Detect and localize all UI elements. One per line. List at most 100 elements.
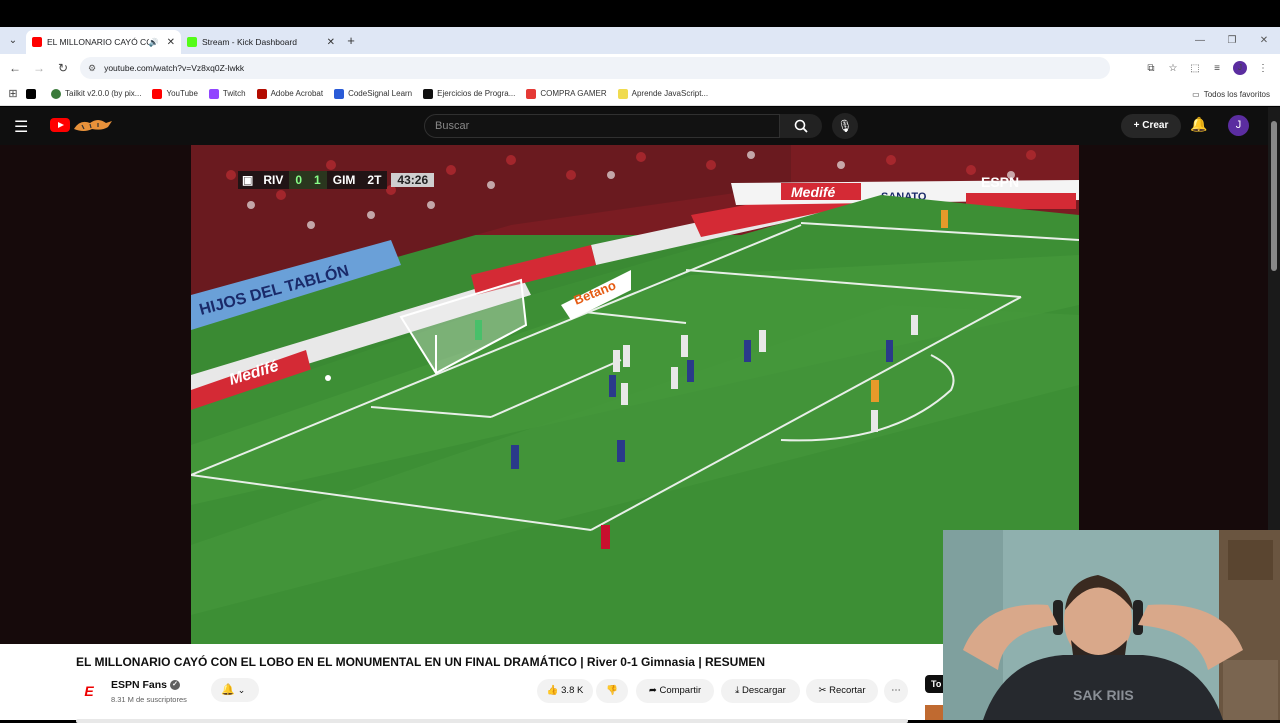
bookmark-acrobat[interactable]: Adobe Acrobat	[256, 88, 324, 99]
subscriber-count: 8.31 M de suscriptores	[111, 695, 187, 704]
create-button[interactable]: + Crear	[1121, 114, 1181, 138]
tailkit-icon	[51, 88, 61, 99]
download-label: Descargar	[742, 685, 786, 696]
like-count: 3.8 K	[561, 685, 584, 696]
apps-grid-icon[interactable]: ⊞	[0, 87, 26, 100]
all-bookmarks-label: Todos los favoritos	[1203, 89, 1270, 99]
extensions-icon[interactable]: ⬚	[1184, 63, 1206, 74]
bookmark-youtube[interactable]: YouTube	[152, 88, 198, 99]
espn-channel-logo-icon[interactable]: E	[80, 682, 98, 700]
scorebug: ▣ RIV 0 1 GIM 2T 43:26	[238, 171, 435, 189]
tab-title: Stream - Kick Dashboard	[202, 37, 297, 47]
clip-button[interactable]: ✂ Recortar	[806, 679, 878, 703]
verified-icon: ✓	[170, 680, 181, 691]
scrollbar-thumb[interactable]	[1271, 121, 1277, 271]
bookmark-star-icon[interactable]: ☆	[1162, 63, 1184, 74]
codesignal-icon	[334, 88, 345, 99]
restore-icon[interactable]: ❐	[1216, 27, 1248, 54]
share-button[interactable]: ➦ Compartir	[636, 679, 714, 703]
bookmark-javascript[interactable]: Aprende JavaScript...	[617, 88, 709, 99]
share-icon: ➦	[648, 685, 660, 696]
minimize-icon[interactable]: —	[1184, 27, 1216, 54]
dislike-button[interactable]: 👎	[596, 679, 628, 703]
shirt-print-text: SAK RIIS	[1073, 687, 1134, 703]
video-title: EL MILLONARIO CAYÓ CON EL LOBO EN EL MON…	[76, 655, 766, 669]
thumbs-up-icon: 👍	[546, 685, 559, 696]
doodle-tiger-icon[interactable]	[72, 115, 114, 135]
bookmark-label: CodeSignal Learn	[348, 89, 413, 98]
bookmark-label: YouTube	[166, 89, 198, 98]
tab-kick-dashboard[interactable]: Stream - Kick Dashboard ✕	[181, 30, 341, 54]
cast-icon[interactable]: ⧉	[1140, 63, 1162, 74]
youtube-icon	[152, 88, 163, 99]
download-button[interactable]: ⤓ Descargar	[721, 679, 800, 703]
bookmark-label: Adobe Acrobat	[270, 89, 324, 98]
bookmark-label: Aprende JavaScript...	[631, 89, 709, 98]
voice-search-mic-icon[interactable]: 🎙	[832, 113, 858, 139]
close-tab-icon[interactable]: ✕	[167, 37, 175, 48]
notifications-bell-icon[interactable]: 🔔	[1190, 116, 1207, 133]
channel-name-text: ESPN Fans	[111, 679, 168, 691]
bookmark-tailkit[interactable]: Tailkit v2.0.0 (by pix...	[51, 88, 142, 99]
home-score: 0	[289, 171, 309, 189]
toolbar-right: ⧉ ☆ ⬚ ≡ J ⋮	[1140, 54, 1274, 82]
all-bookmarks[interactable]: ▭ Todos los favoritos	[1192, 82, 1270, 106]
forward-arrow-icon[interactable]: →	[27, 61, 51, 75]
home-team: RIV	[257, 171, 290, 189]
reload-icon[interactable]: ↻	[51, 61, 75, 75]
youtube-logo-icon[interactable]	[50, 118, 70, 132]
speaker-icon[interactable]: 🔊	[149, 38, 159, 47]
away-score: 1	[308, 171, 327, 189]
like-button[interactable]: 👍 3.8 K	[537, 679, 593, 703]
back-arrow-icon[interactable]: ←	[3, 61, 27, 75]
media-control-icon[interactable]: ≡	[1206, 63, 1228, 74]
search-button[interactable]	[780, 114, 822, 138]
match-clock: 43:26	[391, 173, 435, 187]
search-input[interactable]: Buscar	[424, 114, 780, 138]
twitch-icon	[208, 88, 219, 99]
browser-toolbar: ← → ↻ ⚙ youtube.com/watch?v=Vz8xq0Z-lwkk…	[0, 54, 1280, 82]
address-bar[interactable]: ⚙ youtube.com/watch?v=Vz8xq0Z-lwkk	[80, 57, 1110, 79]
bookmark-label: Twitch	[222, 89, 246, 98]
compragamer-icon	[526, 88, 537, 99]
clip-label: Recortar	[829, 685, 866, 696]
youtube-header: ☰ Buscar 🎙 + Crear 🔔 J	[0, 107, 1268, 145]
tab-title: EL MILLONARIO CAYÓ CON	[47, 37, 149, 47]
away-team: GIM	[326, 171, 362, 189]
close-tab-icon[interactable]: ✕	[327, 37, 335, 48]
plus-icon: +	[1133, 120, 1143, 131]
profile-avatar[interactable]: J	[1233, 61, 1247, 75]
bookmark-codesignal[interactable]: CodeSignal Learn	[334, 88, 413, 99]
account-avatar[interactable]: J	[1228, 115, 1249, 136]
bookmark-twitch[interactable]: Twitch	[208, 88, 246, 99]
bell-icon: 🔔	[221, 684, 235, 696]
bookmark-label: Tailkit v2.0.0 (by pix...	[65, 89, 142, 98]
screen-top-black	[0, 0, 1280, 27]
tab-search-chevron-icon[interactable]: ⌄	[0, 27, 26, 54]
kick-favicon-icon	[187, 37, 197, 47]
site-info-icon[interactable]: ⚙	[88, 63, 96, 74]
related-video-thumbnail[interactable]	[925, 705, 945, 720]
close-window-icon[interactable]: ✕	[1248, 27, 1280, 54]
menu-hamburger-icon[interactable]: ☰	[14, 117, 28, 137]
exercise-icon	[423, 88, 434, 99]
chrome-menu-icon[interactable]: ⋮	[1252, 63, 1274, 74]
related-filter-chip[interactable]: To	[925, 675, 945, 693]
channel-name[interactable]: ESPN Fans ✓	[111, 679, 181, 691]
bookmark-label: COMPRA GAMER	[540, 89, 607, 98]
bookmark-x[interactable]	[26, 88, 40, 99]
download-icon: ⤓	[735, 685, 742, 696]
tab-youtube-video[interactable]: EL MILLONARIO CAYÓ CON 🔊 ✕	[26, 30, 181, 54]
new-tab-plus-icon[interactable]: +	[341, 33, 361, 48]
youtube-favicon-icon	[32, 37, 42, 47]
webcam-overlay: SAK RIIS	[943, 530, 1280, 720]
bookmark-label: Ejercicios de Progra...	[437, 89, 516, 98]
bookmark-ejercicios[interactable]: Ejercicios de Progra...	[423, 88, 516, 99]
more-actions-icon[interactable]: ⋯	[884, 679, 908, 703]
subscription-bell-button[interactable]: 🔔 ⌄	[211, 678, 259, 702]
bookmark-compragamer[interactable]: COMPRA GAMER	[526, 88, 607, 99]
browser-tabstrip: ⌄ EL MILLONARIO CAYÓ CON 🔊 ✕ Stream - Ki…	[0, 27, 1280, 54]
scissors-icon: ✂	[818, 685, 830, 696]
url-text: youtube.com/watch?v=Vz8xq0Z-lwkk	[104, 63, 245, 73]
js-icon	[617, 88, 628, 99]
